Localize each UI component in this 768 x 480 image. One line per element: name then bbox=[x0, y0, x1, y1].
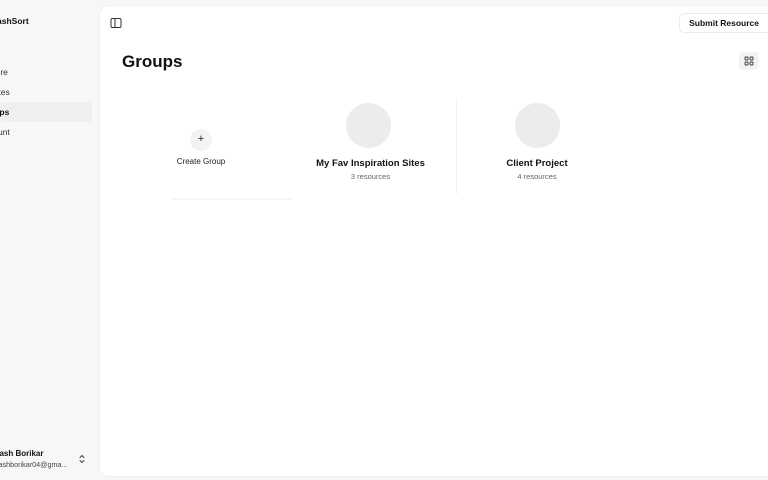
group-avatar bbox=[515, 103, 560, 148]
sidebar: ashSort plore orites oups count yash Bor… bbox=[0, 0, 100, 480]
main-panel: Submit Resource Groups + Create Group My… bbox=[100, 6, 768, 476]
sidebar-item-explore[interactable]: plore bbox=[0, 62, 92, 82]
sidebar-item-favorites[interactable]: orites bbox=[0, 82, 92, 102]
sidebar-item-label: oups bbox=[0, 107, 10, 117]
group-title: My Fav Inspiration Sites bbox=[316, 158, 425, 169]
grid-view-icon bbox=[744, 56, 754, 66]
sidebar-item-groups[interactable]: oups bbox=[0, 102, 92, 122]
sidebar-item-account[interactable]: count bbox=[0, 122, 92, 142]
sidebar-nav: plore orites oups count bbox=[0, 62, 92, 142]
chevron-up-down-icon[interactable] bbox=[78, 453, 86, 465]
create-group-label: Create Group bbox=[176, 157, 226, 166]
page-title: Groups bbox=[122, 52, 183, 71]
grid-view-button[interactable] bbox=[739, 52, 759, 70]
sidebar-item-label: orites bbox=[0, 87, 10, 97]
user-email: yashborikar04@gma... bbox=[0, 460, 68, 469]
user-name: yash Borikar bbox=[0, 449, 44, 458]
sidebar-toggle-icon[interactable] bbox=[110, 17, 122, 29]
plus-icon: + bbox=[190, 129, 212, 151]
sidebar-item-label: plore bbox=[0, 67, 8, 77]
group-resource-count: 4 resources bbox=[517, 172, 557, 181]
group-resource-count: 3 resources bbox=[350, 172, 391, 181]
user-menu[interactable]: yash Borikar yashborikar04@gma... bbox=[0, 446, 96, 472]
group-title: Client Project bbox=[506, 158, 568, 169]
create-group-card[interactable]: + Create Group bbox=[117, 98, 292, 200]
group-card[interactable]: Client Project 4 resources bbox=[457, 98, 617, 194]
submit-resource-button[interactable]: Submit Resource bbox=[679, 13, 768, 33]
sidebar-item-label: count bbox=[0, 127, 10, 137]
card-divider bbox=[172, 198, 292, 200]
group-avatar bbox=[346, 103, 391, 148]
group-card[interactable]: My Fav Inspiration Sites 3 resources bbox=[285, 98, 457, 194]
brand-name[interactable]: ashSort bbox=[0, 16, 29, 26]
